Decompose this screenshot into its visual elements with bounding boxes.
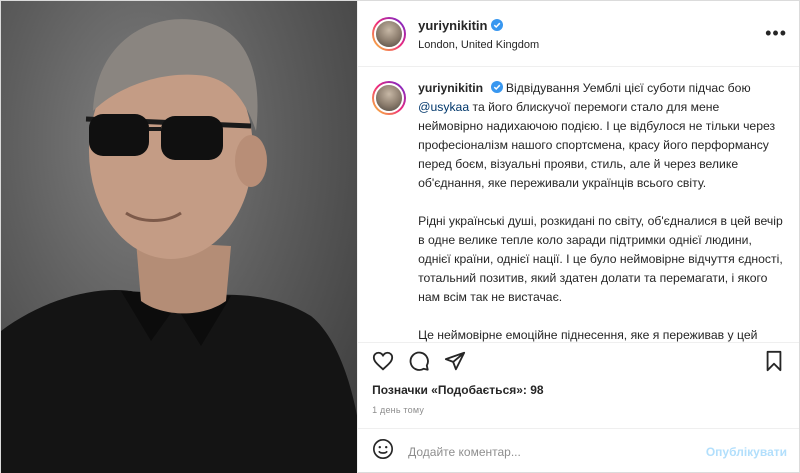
caption-author-avatar[interactable] [372,81,407,115]
likes-count[interactable]: Позначки «Подобається»: 98 [372,383,785,397]
comment-bar: Опублікувати [358,428,799,473]
post-photo[interactable] [1,1,358,473]
post-timestamp[interactable]: 1 день тому [372,405,785,415]
caption-text-2: та його блискучої перемоги стало для мен… [418,100,776,190]
post-location[interactable]: London, United Kingdom [418,39,765,51]
caption-paragraph-1: yuriynikitin Відвідування Уемблі цієї су… [418,79,785,193]
heart-icon[interactable] [372,350,394,372]
caption-paragraph-2: Рідні українські душі, розкидані по світ… [418,214,783,304]
post-header: yuriynikitin London, United Kingdom ••• [358,1,799,67]
author-avatar[interactable] [372,16,407,51]
caption-paragraph-3: Це неймовірне емоційне піднесення, яке я… [418,328,758,342]
verified-icon [491,19,504,31]
publish-button[interactable]: Опублікувати [706,445,787,459]
more-options-icon[interactable]: ••• [765,23,787,44]
portrait-image [1,19,358,473]
caption-text-1: Відвідування Уемблі цієї суботи підчас б… [505,81,751,95]
author-username[interactable]: yuriynikitin [418,18,504,33]
comment-input[interactable] [408,444,706,459]
post-actions: Позначки «Подобається»: 98 1 день тому [358,342,799,415]
author-username-text[interactable]: yuriynikitin [418,18,487,33]
caption-mention-link[interactable]: @usykaa [418,100,469,114]
author-info: yuriynikitin London, United Kingdom [418,17,765,51]
verified-icon [490,81,503,93]
emoji-icon[interactable] [372,438,394,465]
caption-body: yuriynikitin Відвідування Уемблі цієї су… [418,79,785,342]
post-details-panel: yuriynikitin London, United Kingdom ••• … [357,1,799,473]
caption-username[interactable]: yuriynikitin [418,81,483,95]
post-caption: yuriynikitin Відвідування Уемблі цієї су… [358,67,799,342]
bookmark-icon[interactable] [763,350,785,372]
action-icons-row [372,343,785,379]
post-dialog: yuriynikitin London, United Kingdom ••• … [0,0,800,473]
share-icon[interactable] [444,350,466,372]
comment-icon[interactable] [408,350,430,372]
